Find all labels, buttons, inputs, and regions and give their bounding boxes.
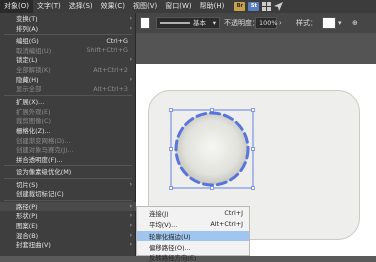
menu-item-path[interactable]: 路径(P) › bbox=[0, 201, 136, 212]
menu-item-unlock-all: 全部解锁(K) Alt+Ctrl+2 bbox=[16, 65, 128, 75]
chevron-down-icon[interactable]: ▾ bbox=[338, 13, 342, 33]
globe-icon[interactable]: ⊕ bbox=[352, 13, 358, 33]
path-submenu: 连接(J) Ctrl+J 平均(V)... Alt+Ctrl+J 轮廓化描边(U) … bbox=[136, 206, 250, 262]
grid-icon[interactable] bbox=[262, 2, 272, 11]
menu-item-transform[interactable]: 变换(T) › bbox=[0, 14, 136, 24]
chevron-right-icon: › bbox=[129, 180, 132, 188]
stroke-profile-dropdown[interactable]: 基本 ▾ bbox=[156, 17, 220, 29]
menu-item-shape[interactable]: 形状(P) › bbox=[0, 211, 136, 221]
fill-swatch[interactable] bbox=[140, 17, 150, 29]
menubar-view[interactable]: 视图(V) bbox=[129, 0, 161, 13]
chevron-right-icon: › bbox=[129, 15, 132, 23]
chevron-right-icon: › bbox=[129, 75, 132, 83]
opacity-label: 不透明度： bbox=[224, 19, 259, 27]
menu-bar: 对象(O) 文字(T) 选择(S) 效果(C) 视图(V) 窗口(W) 帮助(H… bbox=[0, 0, 376, 13]
submenu-item-join[interactable]: 连接(J) Ctrl+J bbox=[137, 208, 249, 218]
menu-item-flatten-transparency[interactable]: 拼合透明度(F)... bbox=[0, 155, 136, 165]
menu-item-trim-marks[interactable]: 创建裁切标记(C) bbox=[0, 189, 136, 199]
dashed-circle-shape[interactable] bbox=[162, 104, 262, 194]
send-icon[interactable] bbox=[274, 2, 284, 11]
menu-item-object-mosaic: 创建对象马赛克(J)... bbox=[16, 146, 74, 155]
menubar-effect[interactable]: 效果(C) bbox=[97, 0, 129, 13]
menu-item-blend[interactable]: 混合(B) › bbox=[0, 230, 136, 240]
menubar-type[interactable]: 文字(T) bbox=[33, 0, 65, 13]
menu-item-hide[interactable]: 隐藏(H) › bbox=[0, 74, 136, 84]
menubar-help[interactable]: 帮助(H) bbox=[196, 0, 229, 13]
stock-icon[interactable]: St bbox=[248, 2, 260, 11]
chevron-right-icon: › bbox=[129, 56, 132, 64]
submenu-item-average[interactable]: 平均(V)... Alt+Ctrl+J bbox=[137, 219, 249, 229]
menu-separator bbox=[4, 34, 132, 35]
submenu-item-offset-path[interactable]: 偏移路径(O)... bbox=[137, 242, 249, 252]
menubar-object[interactable]: 对象(O) bbox=[0, 0, 33, 13]
menu-item-pattern[interactable]: 图案(E) › bbox=[0, 221, 136, 231]
menu-item-expand[interactable]: 扩展(X)... bbox=[0, 97, 136, 107]
style-swatch[interactable] bbox=[322, 17, 336, 29]
menu-separator bbox=[4, 165, 132, 166]
menu-item-expand-appearance: 扩展外观(E) bbox=[16, 107, 51, 116]
menu-item-show-all: 显示全部 Alt+Ctrl+3 bbox=[16, 84, 128, 94]
menu-item-ungroup: 取消编组(U) Shift+Ctrl+G bbox=[16, 46, 128, 55]
chevron-right-icon: › bbox=[129, 241, 132, 249]
menu-item-crop-image: 裁剪图像(C) bbox=[16, 117, 52, 126]
menu-item-pixel-perfect[interactable]: 设为像素级优化(M) bbox=[0, 167, 136, 177]
menu-item-envelope-distort[interactable]: 封套扭曲(V) › bbox=[0, 240, 136, 250]
menu-item-lock[interactable]: 锁定(L) › bbox=[0, 55, 136, 65]
app-icons: Br St bbox=[234, 2, 284, 11]
submenu-item-reverse-path[interactable]: 反转路径方向(E) bbox=[137, 252, 249, 262]
opacity-input[interactable]: 100% bbox=[255, 17, 278, 29]
menu-separator bbox=[4, 177, 132, 179]
style-label: 样式： bbox=[296, 19, 317, 27]
chevron-right-icon: › bbox=[129, 212, 132, 220]
menu-item-slice[interactable]: 切片(S) › bbox=[0, 180, 136, 190]
stroke-profile-label: 基本 bbox=[193, 19, 206, 27]
chevron-right-icon: › bbox=[129, 24, 132, 32]
menu-separator bbox=[4, 199, 132, 201]
chevron-right-icon: › bbox=[129, 231, 132, 239]
chevron-right-icon: › bbox=[129, 202, 132, 210]
menu-item-arrange[interactable]: 排列(A) › bbox=[0, 24, 136, 34]
chevron-right-icon: › bbox=[129, 221, 132, 229]
menubar-select[interactable]: 选择(S) bbox=[65, 0, 97, 13]
menu-separator bbox=[4, 95, 132, 96]
chevron-down-icon: ▾ bbox=[212, 19, 216, 27]
chevron-right-icon[interactable]: › bbox=[279, 13, 282, 33]
object-menu: 变换(T) › 排列(A) › 编组(G) Ctrl+G 取消编组(U) Shift+C… bbox=[0, 13, 136, 256]
menubar-window[interactable]: 窗口(W) bbox=[161, 0, 195, 13]
menu-item-rasterize[interactable]: 栅格化(Z)... bbox=[0, 126, 136, 136]
menu-item-gradient-mesh: 创建渐变网格(D)... bbox=[16, 136, 71, 145]
submenu-item-outline-stroke[interactable]: 轮廓化描边(U) bbox=[137, 231, 249, 241]
bridge-icon[interactable]: Br bbox=[234, 2, 246, 11]
menu-item-group[interactable]: 编组(G) Ctrl+G bbox=[0, 36, 136, 46]
